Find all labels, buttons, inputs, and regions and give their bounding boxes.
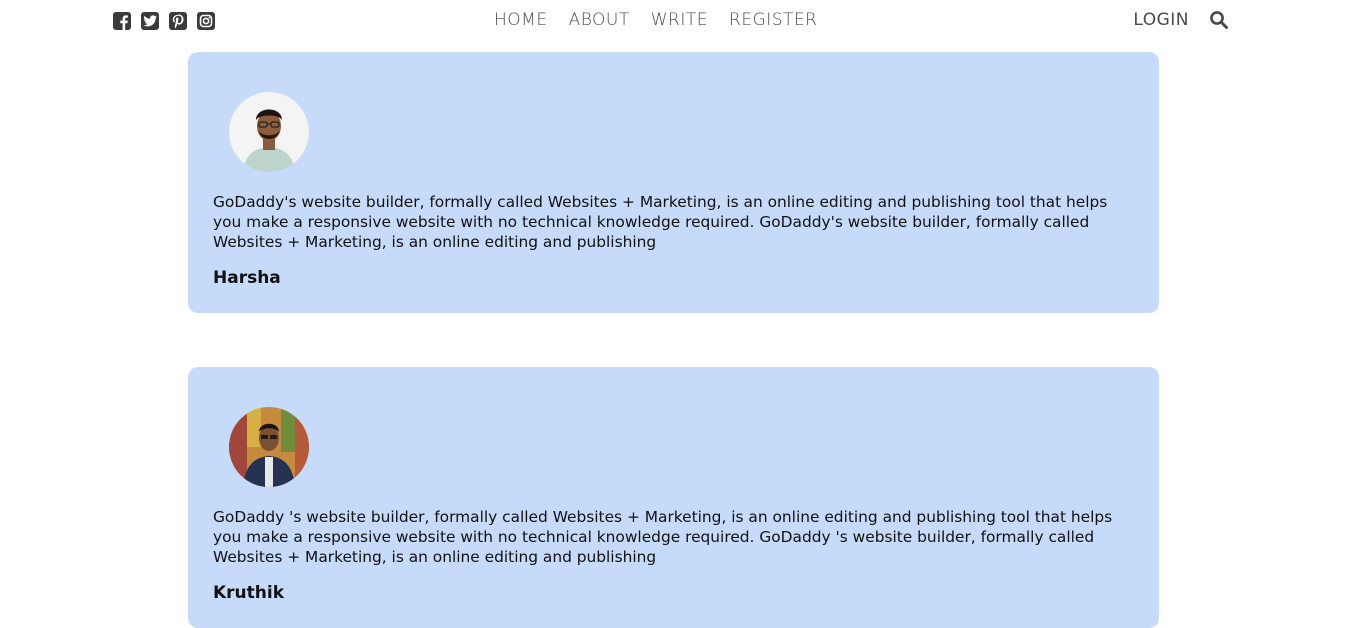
login-link[interactable]: LOGIN — [1133, 10, 1189, 30]
avatar — [229, 92, 309, 172]
social-links — [113, 12, 215, 30]
nav-item-about[interactable]: ABOUT — [569, 10, 630, 30]
search-icon[interactable] — [1209, 10, 1229, 30]
pinterest-icon[interactable] — [169, 12, 187, 30]
post-author: Harsha — [213, 268, 281, 288]
post-card: GoDaddy's website builder, formally call… — [188, 52, 1159, 313]
avatar — [229, 407, 309, 487]
post-author: Kruthik — [213, 583, 285, 603]
twitter-icon[interactable] — [141, 12, 159, 30]
post-card: GoDaddy 's website builder, formally cal… — [188, 367, 1159, 628]
nav-item-home[interactable]: HOME — [494, 10, 548, 30]
post-text: GoDaddy 's website builder, formally cal… — [213, 508, 1113, 566]
instagram-icon[interactable] — [197, 12, 215, 30]
top-bar: HOME ABOUT WRITE REGISTER LOGIN — [0, 0, 1345, 44]
main-nav: HOME ABOUT WRITE REGISTER — [494, 10, 817, 30]
nav-item-write[interactable]: WRITE — [651, 10, 708, 30]
facebook-icon[interactable] — [113, 12, 131, 30]
post-text: GoDaddy's website builder, formally call… — [213, 193, 1108, 251]
top-right: LOGIN — [1133, 10, 1229, 30]
post-feed: GoDaddy's website builder, formally call… — [188, 52, 1159, 628]
nav-item-register[interactable]: REGISTER — [729, 10, 817, 30]
